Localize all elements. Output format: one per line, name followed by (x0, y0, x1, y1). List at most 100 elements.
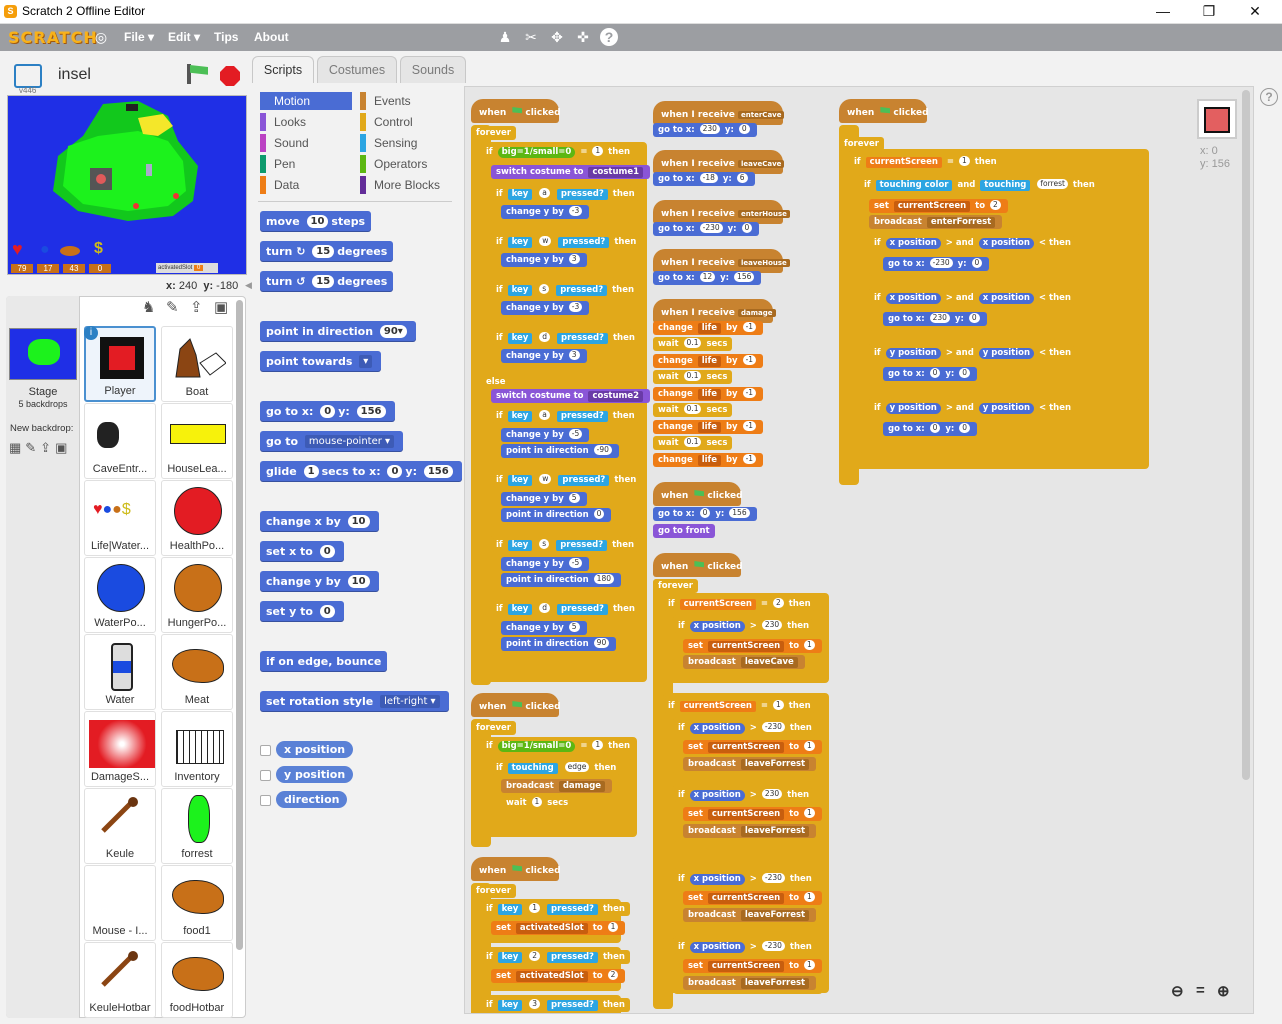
zoom-out-icon[interactable]: ⊖ (1171, 982, 1184, 1000)
block-text[interactable]: 180 (593, 574, 614, 584)
sprite-tile-life-water-[interactable]: ♥●●$ Life|Water... (84, 480, 156, 556)
set-y-block[interactable]: set y to 0 (260, 601, 344, 622)
if-key-block[interactable]: if key 1 pressed? then (481, 902, 630, 916)
stop-icon[interactable] (220, 66, 240, 86)
go-to-xy-block[interactable]: go to x: -18 y: 6 (653, 172, 755, 186)
block-text[interactable]: pressed? (556, 189, 608, 200)
scripts-area[interactable]: when clicked forever if big=1/small=0 = … (464, 86, 1254, 1014)
go-to-xy-block[interactable]: go to x: -230 y: 0 (653, 222, 760, 236)
wait-block[interactable]: wait 0.1 secs (653, 370, 733, 384)
value-input[interactable]: 0 (319, 605, 335, 618)
tab-sounds[interactable]: Sounds (400, 56, 466, 83)
category-more-blocks[interactable]: More Blocks (360, 176, 450, 194)
block-text[interactable]: key (507, 237, 533, 248)
block-text[interactable]: 2 (607, 970, 619, 980)
block-text[interactable]: 0.1 (683, 404, 702, 414)
if-key-block[interactable]: if key 2 pressed? then (481, 950, 630, 964)
block-text[interactable]: -1 (742, 388, 757, 398)
globe-icon[interactable]: ◎ (92, 28, 110, 46)
block-text[interactable]: 1 (529, 903, 541, 913)
block-text[interactable]: pressed? (557, 604, 608, 615)
block-text[interactable]: 156 (734, 272, 755, 282)
block-text[interactable]: 1 (531, 797, 543, 807)
change-var-block[interactable]: change life by -1 (653, 420, 764, 434)
broadcast-block[interactable]: broadcast leaveForrest (683, 824, 817, 838)
block-text[interactable]: life (697, 389, 721, 400)
block-text[interactable]: s (539, 284, 550, 294)
secs-input[interactable]: 1 (303, 465, 319, 478)
collapse-stage-icon[interactable]: ◀ (245, 280, 252, 291)
change-var-block[interactable]: change life by -1 (653, 354, 764, 368)
set-var-block[interactable]: set activatedSlot to 2 (491, 969, 626, 983)
block-text[interactable]: currentScreen (707, 742, 785, 753)
set-var-block[interactable]: set currentScreen to 1 (683, 639, 822, 653)
sprite-tile-damages-[interactable]: DamageS... (84, 711, 156, 787)
block-text[interactable]: leaveForrest (740, 910, 810, 921)
value-input[interactable]: 10 (347, 515, 370, 528)
degrees-input[interactable]: 15 (312, 245, 335, 258)
change-var-block[interactable]: change life by -1 (653, 453, 764, 467)
sprite-tile-forrest[interactable]: forrest (161, 788, 233, 864)
block-text[interactable]: pressed? (547, 952, 598, 963)
block-text[interactable]: -3 (568, 302, 583, 312)
sprite-tile-food-[interactable]: food1 (161, 865, 233, 941)
glide-block[interactable]: glide 1 secs to x: 0 y: 156 (260, 461, 462, 482)
block-text[interactable]: -90 (593, 445, 612, 455)
block-text[interactable]: key (497, 952, 523, 963)
block-text[interactable]: -230 (929, 258, 953, 268)
block-text[interactable]: x position (689, 790, 745, 801)
block-text[interactable]: damage (558, 781, 606, 792)
if-block[interactable]: if big=1/small=0 = 1 then (481, 145, 636, 159)
point-direction-block[interactable]: point in direction -90 (501, 444, 619, 458)
change-y-block[interactable]: change y by 5 (501, 621, 587, 635)
shrink-icon[interactable]: ✜ (574, 28, 592, 46)
broadcast-block[interactable]: broadcast leaveForrest (683, 976, 817, 990)
block-text[interactable]: pressed? (556, 285, 608, 296)
block-text[interactable]: leaveCave (740, 657, 798, 668)
go-to-xy-block[interactable]: go to x: -230 y: 0 (883, 257, 990, 271)
menu-edit[interactable]: Edit ▾ (168, 30, 200, 44)
if-key-block[interactable]: if key w pressed? then (491, 473, 642, 487)
info-icon[interactable]: i (84, 326, 98, 340)
fullscreen-icon[interactable] (14, 64, 42, 88)
menu-tips[interactable]: Tips (214, 30, 238, 44)
rotation-style-block[interactable]: set rotation style left-right ▾ (260, 691, 449, 712)
block-text[interactable]: y position (885, 348, 941, 359)
wait-block[interactable]: wait 0.1 secs (653, 436, 733, 450)
go-to-xy-block[interactable]: go to x: 0 y: 156 (260, 401, 395, 422)
new-backdrop-icons[interactable]: ▦✎⇪▣ (9, 440, 71, 456)
block-text[interactable]: 0 (593, 509, 605, 519)
block-text[interactable]: currentScreen (679, 599, 756, 610)
when-flag-clicked-hat[interactable]: when clicked (653, 553, 743, 577)
set-var-block[interactable]: set currentScreen to 1 (683, 891, 822, 905)
go-to-front-block[interactable]: go to front (653, 524, 715, 538)
block-text[interactable]: 1 (607, 922, 619, 932)
block-text[interactable]: pressed? (547, 1000, 598, 1011)
forever-block[interactable]: forever (471, 721, 516, 735)
monitor-checkbox[interactable] (260, 745, 271, 756)
block-text[interactable]: 1 (804, 808, 815, 818)
sprite-tile-hungerpo-[interactable]: HungerPo... (161, 557, 233, 633)
change-y-block[interactable]: change y by 5 (501, 492, 587, 506)
when-flag-clicked-hat[interactable]: when clicked (839, 99, 929, 123)
block-text[interactable]: 0.1 (683, 371, 702, 381)
block-text[interactable]: 1 (772, 700, 784, 710)
point-towards-block[interactable]: point towards ▾ (260, 351, 382, 372)
block-text[interactable]: x position (689, 723, 745, 734)
category-control[interactable]: Control (360, 113, 450, 131)
menu-file[interactable]: File ▾ (124, 30, 154, 44)
broadcast-block[interactable]: broadcast leaveCave (683, 655, 805, 669)
scripts-scrollbar[interactable] (1242, 90, 1250, 780)
go-to-xy-block[interactable]: go to x: 0 y: 0 (883, 422, 978, 436)
set-var-block[interactable]: set activatedSlot to 1 (491, 921, 626, 935)
sprite-tile-houselea-[interactable]: HouseLea... (161, 403, 233, 479)
block-text[interactable]: pressed? (556, 411, 608, 422)
close-button[interactable]: ✕ (1232, 0, 1278, 24)
block-text[interactable]: x position (885, 238, 941, 249)
go-to-xy-block[interactable]: go to x: 230 y: 0 (653, 123, 757, 137)
sprite-from-library-icon[interactable]: ♞ (142, 298, 155, 316)
if-block[interactable]: if y position > and y position < then (869, 401, 1077, 415)
block-text[interactable]: pressed? (558, 237, 610, 248)
block-text[interactable]: currentScreen (893, 201, 971, 212)
category-sound[interactable]: Sound (260, 134, 352, 152)
